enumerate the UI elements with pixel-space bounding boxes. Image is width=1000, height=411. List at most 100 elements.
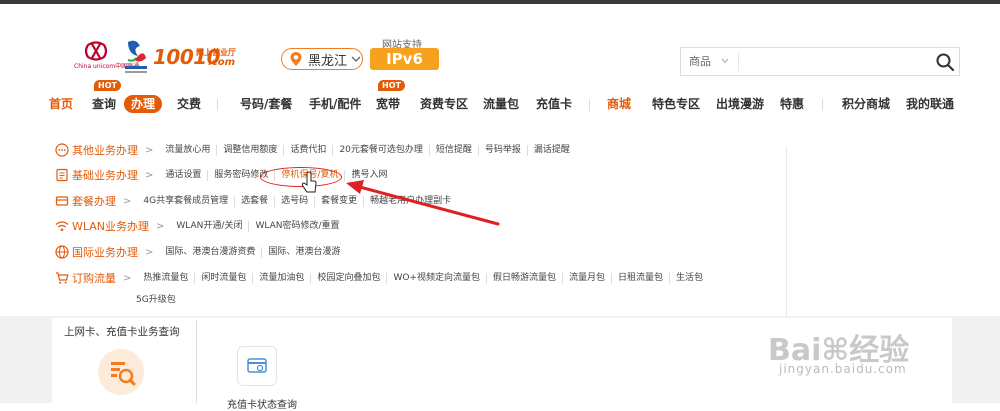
recharge-card-status-label[interactable]: 充值卡状态查询 [227,396,297,411]
link-item[interactable]: 国际、港澳台漫游 [262,247,346,258]
hot-badge: HOT [378,80,405,91]
chevron-right-icon: > [123,272,132,284]
nav-recharge-card[interactable]: 充值卡 [536,93,572,115]
link-item[interactable]: 流量放心用 [159,144,218,156]
nav-phone-accessories[interactable]: 手机/配件 [309,93,361,115]
dropdown-row-wlan: WLAN业务办理 > WLAN开通/关闭 WLAN密码修改/重置 [55,216,346,236]
link-item[interactable]: 畅越老用户办理副卡 [364,196,457,207]
watermark-sub: jingyan.baidu.com [779,362,907,376]
link-item[interactable]: 热推流量包 [137,272,196,284]
document-search-icon [111,362,136,386]
chevron-down-icon [351,56,361,62]
cart-icon [56,272,69,284]
nav-featured[interactable]: 特色专区 [652,93,700,115]
dropdown-row-basic: 基础业务办理 > 通话设置 服务密码修改 停机保号/复机 携号入网 [55,165,393,185]
search-icon[interactable] [935,52,955,72]
dropdown-row-plan: 套餐办理 > 4G共享套餐成员管理 选套餐 选号码 套餐变更 畅越老用户办理副卡 [55,191,457,211]
nav-divider [217,99,218,111]
category-basic[interactable]: 基础业务办理 [72,167,138,183]
link-item[interactable]: 4G共享套餐成员管理 [137,195,236,207]
nav-divider [589,99,590,111]
link-item[interactable]: 假日畅游流量包 [487,272,563,284]
link-item[interactable]: WLAN开通/关闭 [170,220,250,232]
wifi-icon [55,221,69,232]
category-other[interactable]: 其他业务办理 [72,142,138,158]
province-selector[interactable]: 黑龙江 [281,48,363,70]
category-wlan[interactable]: WLAN业务办理 [72,218,149,234]
link-item[interactable]: 携号入网 [345,170,393,181]
link-5g-upgrade[interactable]: 5G升级包 [136,292,176,305]
nav-broadband-label: 宽带 [376,97,401,111]
category-data[interactable]: 订购流量 [72,270,116,286]
nav-broadband[interactable]: 宽带 HOT [376,80,405,115]
nav-query[interactable]: 查询 HOT [92,80,121,115]
category-links: WLAN开通/关闭 WLAN密码修改/重置 [170,220,345,232]
category-plan[interactable]: 套餐办理 [72,193,116,209]
search-input[interactable] [743,50,917,74]
category-links: 热推流量包 闲时流量包 流量加油包 校园定向叠加包 WO+视频定向流量包 假日畅… [137,272,709,284]
search-category-select[interactable]: 商品 [689,48,711,75]
category-links: 流量放心用 调整信用额度 话费代扣 20元套餐可选包办理 短信提醒 号码举报 漏… [159,144,576,156]
chevron-right-icon: > [145,246,154,258]
dropdown-row-other: 其他业务办理 > 流量放心用 调整信用额度 话费代扣 20元套餐可选包办理 短信… [55,140,576,160]
link-item[interactable]: 20元套餐可选包办理 [333,144,430,156]
link-item[interactable]: 流量月包 [563,272,613,284]
document-list-icon [56,168,68,182]
search-bar: 商品 [680,47,960,76]
nav-pay[interactable]: 交费 [177,93,201,115]
link-item[interactable]: 号码举报 [479,144,528,156]
nav-mall[interactable]: 商城 [607,93,631,115]
link-item[interactable]: 漏话提醒 [528,145,576,156]
nav-data-pack[interactable]: 流量包 [483,93,519,115]
hot-badge: HOT [94,80,121,91]
query-circle-icon[interactable] [98,349,144,395]
province-label: 黑龙江 [308,53,348,69]
nav-query-label: 查询 [92,97,117,111]
nav-handle[interactable]: 办理 [124,95,163,113]
nav-points-mall[interactable]: 积分商城 [842,93,890,115]
link-item[interactable]: 短信提醒 [430,144,479,156]
recharge-card-status-icon[interactable] [237,346,277,386]
nav-tariff-zone[interactable]: 资费专区 [420,93,468,115]
nav-number-plan[interactable]: 号码/套餐 [240,93,292,115]
category-links: 4G共享套餐成员管理 选套餐 选号码 套餐变更 畅越老用户办理副卡 [137,195,457,207]
nav-deals[interactable]: 特惠 [780,93,804,115]
link-item[interactable]: 日租流量包 [612,272,671,284]
link-item[interactable]: 闲时流量包 [195,272,254,284]
link-item[interactable]: 选号码 [275,195,316,207]
chevron-right-icon: > [156,220,165,232]
link-item[interactable]: WLAN密码修改/重置 [249,221,345,232]
link-item[interactable]: 选套餐 [235,195,276,207]
china-unicom-logo[interactable]: China unicom中国联通 [74,40,139,80]
chevron-right-icon: > [145,169,154,181]
ipv6-badge[interactable]: IPv6 [370,48,439,70]
nav-home[interactable]: 首页 [49,93,73,115]
card-search-icon [247,358,267,373]
chevron-right-icon: > [145,144,154,156]
link-item[interactable]: 生活包 [670,273,709,284]
nav-my-unicom[interactable]: 我的联通 [906,93,954,115]
annotation-oval [260,167,342,187]
chevron-down-icon [721,58,729,64]
dropdown-row-international: 国际业务办理 > 国际、港澳台漫游资费 国际、港澳台漫游 [55,242,346,262]
dropdown-divider [786,146,787,316]
link-item[interactable]: 话费代扣 [284,144,334,156]
unicom-knot-icon [84,41,108,61]
link-item[interactable]: 套餐变更 [315,195,365,207]
search-divider [738,53,739,71]
query-card-title: 上网卡、充值卡业务查询 [64,326,180,338]
location-pin-icon [290,52,302,66]
link-item[interactable]: 通话设置 [159,169,209,181]
more-dots-icon [55,143,69,157]
package-icon [55,196,69,206]
link-item[interactable]: 校园定向叠加包 [311,272,388,284]
category-international[interactable]: 国际业务办理 [72,244,138,260]
dropdown-row-data: 订购流量 > 热推流量包 闲时流量包 流量加油包 校园定向叠加包 WO+视频定向… [55,268,709,288]
globe-icon [55,245,69,259]
link-item[interactable]: 流量加油包 [253,272,312,284]
link-item[interactable]: 调整信用额度 [217,144,285,156]
nav-roaming[interactable]: 出境漫游 [716,93,764,115]
link-item[interactable]: WO+视频定向流量包 [387,272,487,284]
link-item[interactable]: 国际、港澳台漫游资费 [159,246,263,258]
main-nav: 首页 查询 HOT 办理 交费 号码/套餐 手机/配件 宽带 HOT 资费专区 流量… [0,80,1000,117]
